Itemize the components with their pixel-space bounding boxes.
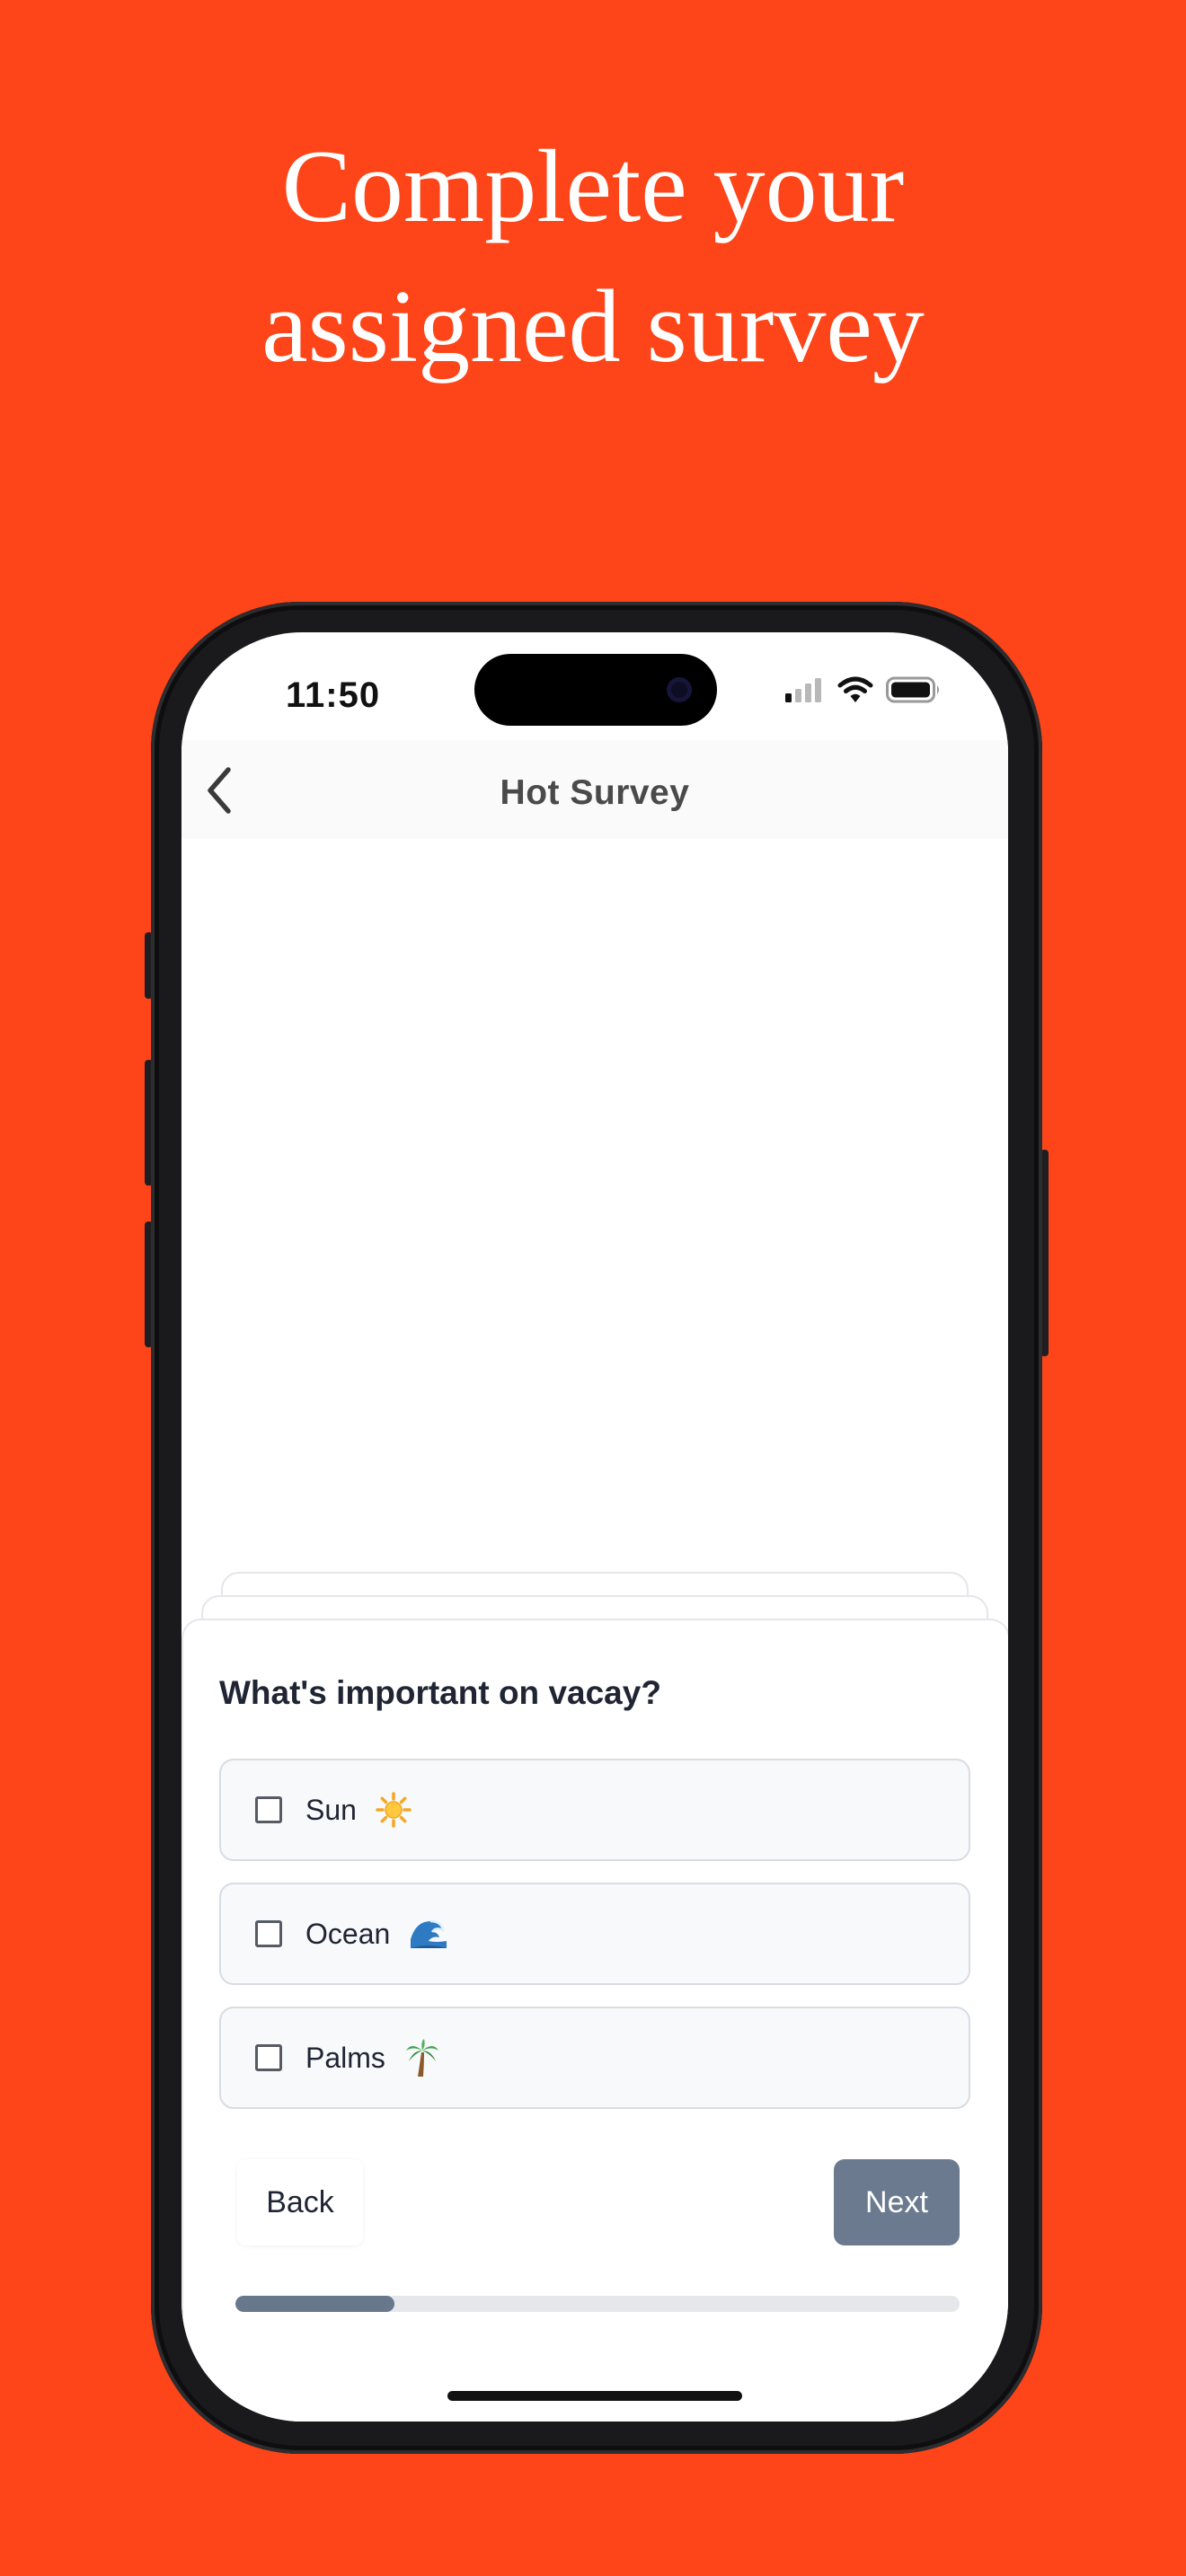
option-palms[interactable]: Palms — [219, 2007, 970, 2109]
home-indicator[interactable] — [447, 2391, 742, 2401]
headline-line-2: assigned survey — [261, 269, 925, 384]
option-ocean[interactable]: Ocean — [219, 1883, 970, 1985]
dynamic-island — [474, 654, 717, 726]
progress-bar — [235, 2296, 960, 2312]
nav-title: Hot Survey — [500, 773, 690, 812]
next-button[interactable]: Next — [834, 2159, 960, 2245]
headline: Complete your assigned survey — [0, 117, 1186, 397]
progress-fill — [235, 2296, 395, 2312]
wave-icon — [411, 1919, 447, 1948]
battery-icon — [886, 676, 939, 703]
status-time: 11:50 — [286, 675, 381, 715]
survey-card: What's important on vacay? Sun Ocean Pal… — [181, 1619, 1008, 2422]
option-label-palms: Palms — [305, 2042, 385, 2074]
palm-tree-icon — [405, 2038, 438, 2077]
checkbox-sun[interactable] — [255, 1796, 282, 1823]
chevron-left-icon — [208, 767, 231, 814]
cellular-signal-icon — [785, 678, 821, 702]
headline-line-1: Complete your — [281, 129, 905, 244]
camera-icon — [667, 677, 692, 702]
phone-screen: 11:50 Hot Survey What's important on vac… — [181, 632, 1008, 2422]
back-button[interactable]: Back — [237, 2159, 363, 2245]
option-sun[interactable]: Sun — [219, 1759, 970, 1861]
back-nav-button[interactable] — [194, 765, 244, 816]
checkbox-ocean[interactable] — [255, 1920, 282, 1947]
survey-question: What's important on vacay? — [219, 1674, 661, 1711]
option-label-sun: Sun — [305, 1794, 357, 1826]
nav-bar: Hot Survey — [181, 740, 1008, 839]
checkbox-palms[interactable] — [255, 2044, 282, 2071]
option-label-ocean: Ocean — [305, 1918, 391, 1950]
wifi-icon — [837, 676, 873, 702]
sun-icon — [376, 1791, 412, 1828]
status-icons — [785, 672, 942, 708]
